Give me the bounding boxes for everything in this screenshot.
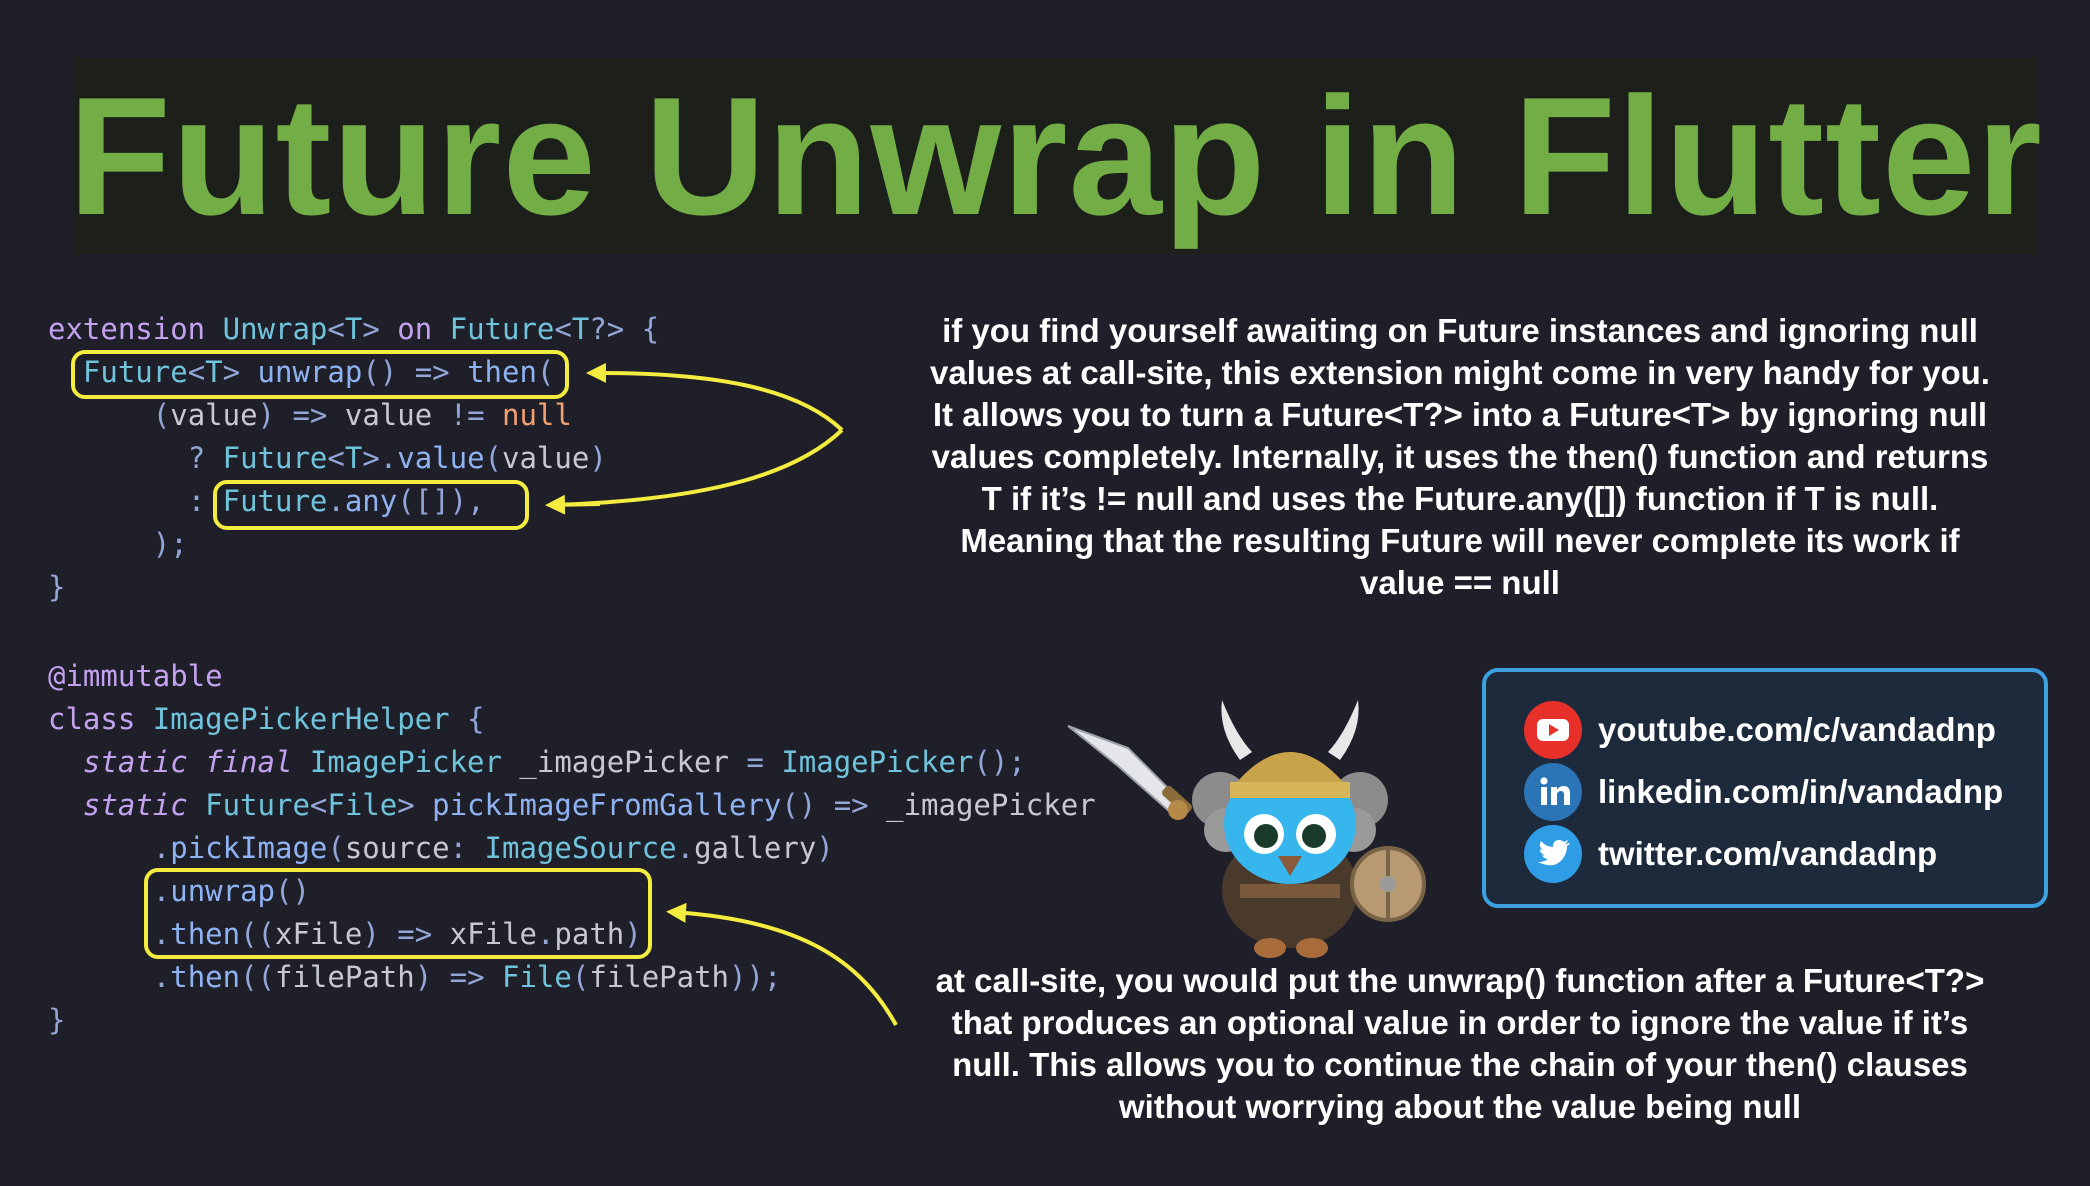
social-item-youtube[interactable]: youtube.com/c/vandadnp bbox=[1524, 700, 1996, 760]
mascot-shield bbox=[1350, 846, 1426, 922]
youtube-icon bbox=[1524, 701, 1582, 759]
linkedin-icon bbox=[1524, 763, 1582, 821]
mascot-helmet bbox=[1221, 700, 1359, 798]
social-links-panel: youtube.com/c/vandadnp linkedin.com/in/v… bbox=[1482, 668, 2048, 908]
dart-viking-mascot bbox=[1067, 700, 1426, 958]
twitter-icon bbox=[1524, 825, 1582, 883]
social-item-twitter[interactable]: twitter.com/vandadnp bbox=[1524, 824, 1937, 884]
mascot-sword bbox=[1067, 725, 1192, 820]
social-item-linkedin[interactable]: linkedin.com/in/vandadnp bbox=[1524, 762, 2003, 822]
